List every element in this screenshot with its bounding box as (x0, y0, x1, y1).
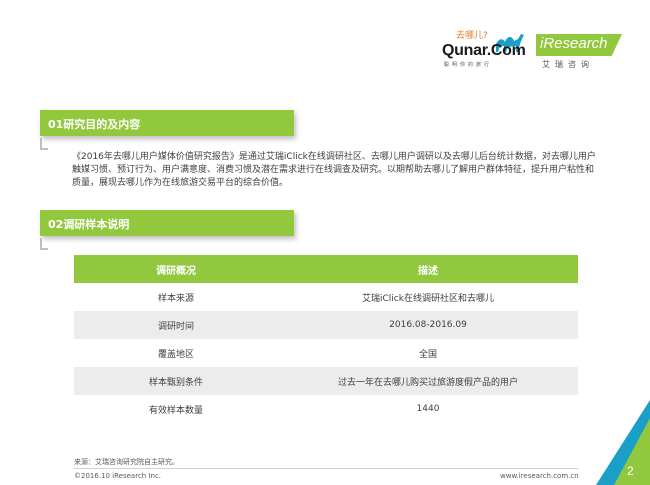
table-row: 覆盖地区 全国 (74, 339, 578, 367)
table-header-row: 调研概况 描述 (74, 255, 578, 283)
table-cell: 2016.08-2016.09 (278, 311, 578, 339)
qunar-tagline: 去哪儿? (456, 31, 488, 41)
source-note: 来源：艾瑞咨询研究院自主研究。 (74, 458, 179, 466)
table-cell: 样本甄别条件 (74, 367, 278, 395)
table-cell: 有效样本数量 (74, 395, 278, 423)
section-title: 02调研样本说明 (48, 218, 130, 231)
table-row: 样本甄别条件 过去一年在去哪儿购买过旅游度假产品的用户 (74, 367, 578, 395)
table-row: 有效样本数量 1440 (74, 395, 578, 423)
section-bracket-decoration (40, 238, 48, 250)
section-header-sample: 02调研样本说明 (40, 210, 294, 236)
table-cell: 艾瑞iClick在线调研社区和去哪儿 (278, 283, 578, 311)
corner-decoration (596, 400, 650, 485)
qunar-subtitle: 聪明你的旅行 (444, 62, 493, 68)
sample-table: 调研概况 描述 样本来源 艾瑞iClick在线调研社区和去哪儿 调研时间 201… (74, 255, 578, 423)
table-cell: 全国 (278, 339, 578, 367)
table-cell: 1440 (278, 395, 578, 423)
table-cell: 覆盖地区 (74, 339, 278, 367)
table-row: 调研时间 2016.08-2016.09 (74, 311, 578, 339)
table-row: 样本来源 艾瑞iClick在线调研社区和去哪儿 (74, 283, 578, 311)
section-header-purpose: 01研究目的及内容 (40, 110, 294, 136)
copyright-text: ©2016.10 iResearch Inc. (74, 472, 162, 480)
website-url: www.iresearch.com.cn (500, 472, 579, 480)
section-body-text: 《2016年去哪儿用户媒体价值研究报告》是通过艾瑞iClick在线调研社区、去哪… (72, 152, 596, 188)
table-header-cell: 描述 (278, 255, 578, 283)
qunar-wordmark: Qunar.Com (442, 42, 526, 59)
table-header-cell: 调研概况 (74, 255, 278, 283)
iresearch-logo: iResearch 艾瑞咨询 (534, 30, 634, 76)
iresearch-cn-name: 艾瑞咨询 (542, 60, 594, 69)
footer-divider (74, 468, 578, 469)
table-cell: 样本来源 (74, 283, 278, 311)
table-cell: 调研时间 (74, 311, 278, 339)
section-bracket-decoration (40, 138, 48, 150)
iresearch-wordmark: iResearch (540, 35, 608, 52)
qunar-logo: 去哪儿? Qunar.Com 聪明你的旅行 (442, 28, 532, 76)
section-title: 01研究目的及内容 (48, 118, 141, 131)
page-number: 2 (627, 464, 634, 478)
table-cell: 过去一年在去哪儿购买过旅游度假产品的用户 (278, 367, 578, 395)
